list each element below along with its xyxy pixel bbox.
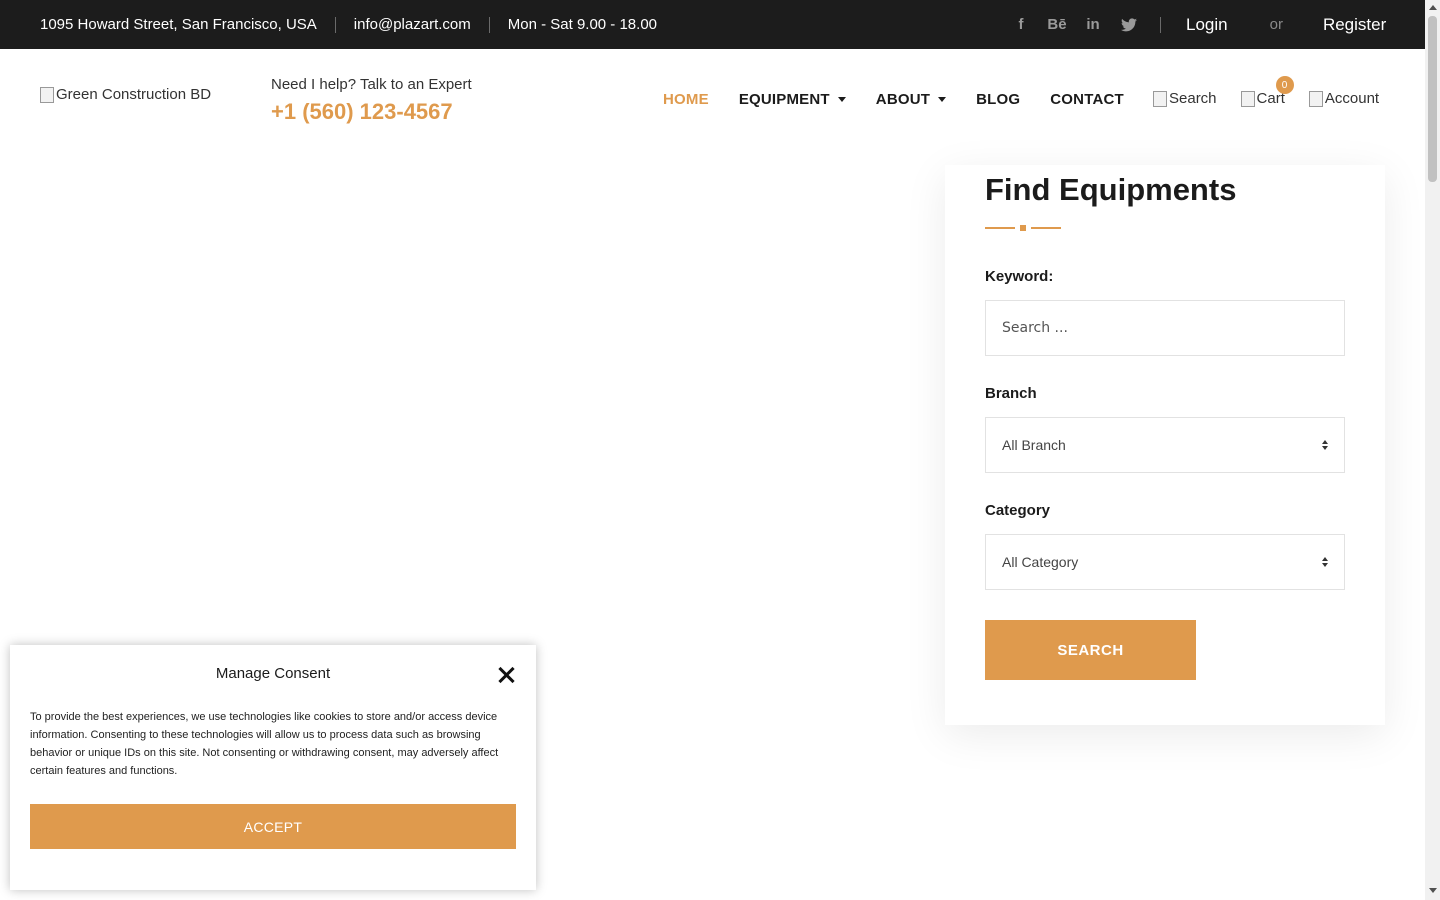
- logo-alt-text: Green Construction BD: [56, 86, 212, 103]
- deco-line: [985, 227, 1015, 229]
- select-arrows-icon: [1322, 440, 1328, 450]
- broken-image-icon: [40, 86, 54, 103]
- login-link[interactable]: Login: [1186, 15, 1228, 35]
- category-value: All Category: [1002, 554, 1079, 570]
- deco-dot: [1020, 225, 1026, 231]
- nav-label: EQUIPMENT: [738, 91, 830, 108]
- nav-blog[interactable]: BLOG: [976, 91, 1020, 108]
- nav-about[interactable]: ABOUT: [875, 91, 947, 108]
- page-scrollbar[interactable]: [1425, 0, 1440, 900]
- linkedin-icon[interactable]: in: [1082, 14, 1104, 36]
- help-text: Need I help? Talk to an Expert: [271, 76, 472, 93]
- consent-title: Manage Consent: [215, 665, 331, 682]
- nav-contact[interactable]: CONTACT: [1050, 91, 1124, 108]
- nav-label: BLOG: [976, 91, 1021, 108]
- close-icon[interactable]: [496, 665, 516, 685]
- keyword-field: [985, 300, 1345, 356]
- contact-info: 1095 Howard Street, San Francisco, USA i…: [40, 0, 657, 49]
- search-icon[interactable]: Search: [1153, 90, 1217, 107]
- main-nav: HOME EQUIPMENT ABOUT BLOG CONTACT: [663, 91, 1154, 108]
- consent-dialog: Manage Consent To provide the best exper…: [10, 645, 536, 890]
- scroll-up-icon[interactable]: [1429, 5, 1437, 10]
- help-block: Need I help? Talk to an Expert +1 (560) …: [271, 76, 472, 125]
- branch-label: Branch: [985, 385, 1037, 402]
- broken-image-icon: [1240, 90, 1255, 107]
- divider: [334, 16, 336, 33]
- cart-icon[interactable]: Cart 0: [1240, 76, 1294, 107]
- panel-title: Find Equipments: [985, 172, 1237, 207]
- broken-image-icon: [1308, 90, 1323, 107]
- caret-down-icon: [837, 97, 846, 102]
- category-label: Category: [985, 502, 1051, 519]
- address-text: 1095 Howard Street, San Francisco, USA: [40, 16, 317, 33]
- auth-links: Login or Register: [1186, 0, 1386, 49]
- search-button[interactable]: SEARCH: [985, 620, 1196, 680]
- deco-line: [1031, 227, 1061, 229]
- branch-value: All Branch: [1002, 437, 1066, 453]
- keyword-label: Keyword:: [985, 268, 1054, 285]
- nav-label: HOME: [663, 91, 709, 108]
- email-link[interactable]: info@plazart.com: [354, 16, 471, 33]
- select-arrows-icon: [1322, 557, 1328, 567]
- caret-down-icon: [938, 97, 947, 102]
- account-alt-text: Account: [1324, 90, 1380, 107]
- title-decoration: [985, 225, 1065, 231]
- social-links: f Bē in: [1010, 0, 1154, 49]
- cart-count-badge: 0: [1275, 76, 1294, 94]
- account-icon[interactable]: Account: [1308, 90, 1380, 107]
- nav-home[interactable]: HOME: [663, 91, 709, 108]
- top-bar: 1095 Howard Street, San Francisco, USA i…: [0, 0, 1425, 49]
- scroll-thumb[interactable]: [1428, 16, 1437, 182]
- twitter-icon[interactable]: [1118, 14, 1140, 36]
- broken-image-icon: [1153, 90, 1167, 107]
- accept-button[interactable]: ACCEPT: [30, 804, 516, 849]
- hours-text: Mon - Sat 9.00 - 18.00: [507, 16, 658, 33]
- behance-icon[interactable]: Bē: [1046, 14, 1068, 36]
- branch-select[interactable]: All Branch: [985, 417, 1345, 473]
- divider: [1160, 17, 1161, 33]
- facebook-icon[interactable]: f: [1010, 14, 1032, 36]
- nav-label: ABOUT: [875, 91, 931, 108]
- site-logo[interactable]: Green Construction BD: [40, 86, 211, 103]
- consent-text: To provide the best experiences, we use …: [30, 711, 499, 777]
- search-alt-text: Search: [1169, 90, 1217, 107]
- divider: [488, 16, 490, 33]
- phone-link[interactable]: +1 (560) 123-4567: [271, 99, 472, 125]
- scroll-down-icon[interactable]: [1429, 888, 1437, 893]
- nav-label: CONTACT: [1050, 91, 1124, 108]
- header-icons: Search Cart 0 Account: [1153, 76, 1403, 107]
- nav-equipment[interactable]: EQUIPMENT: [739, 91, 846, 108]
- or-text: or: [1269, 16, 1283, 33]
- keyword-input[interactable]: [986, 301, 1344, 355]
- register-link[interactable]: Register: [1323, 15, 1386, 35]
- category-select[interactable]: All Category: [985, 534, 1345, 590]
